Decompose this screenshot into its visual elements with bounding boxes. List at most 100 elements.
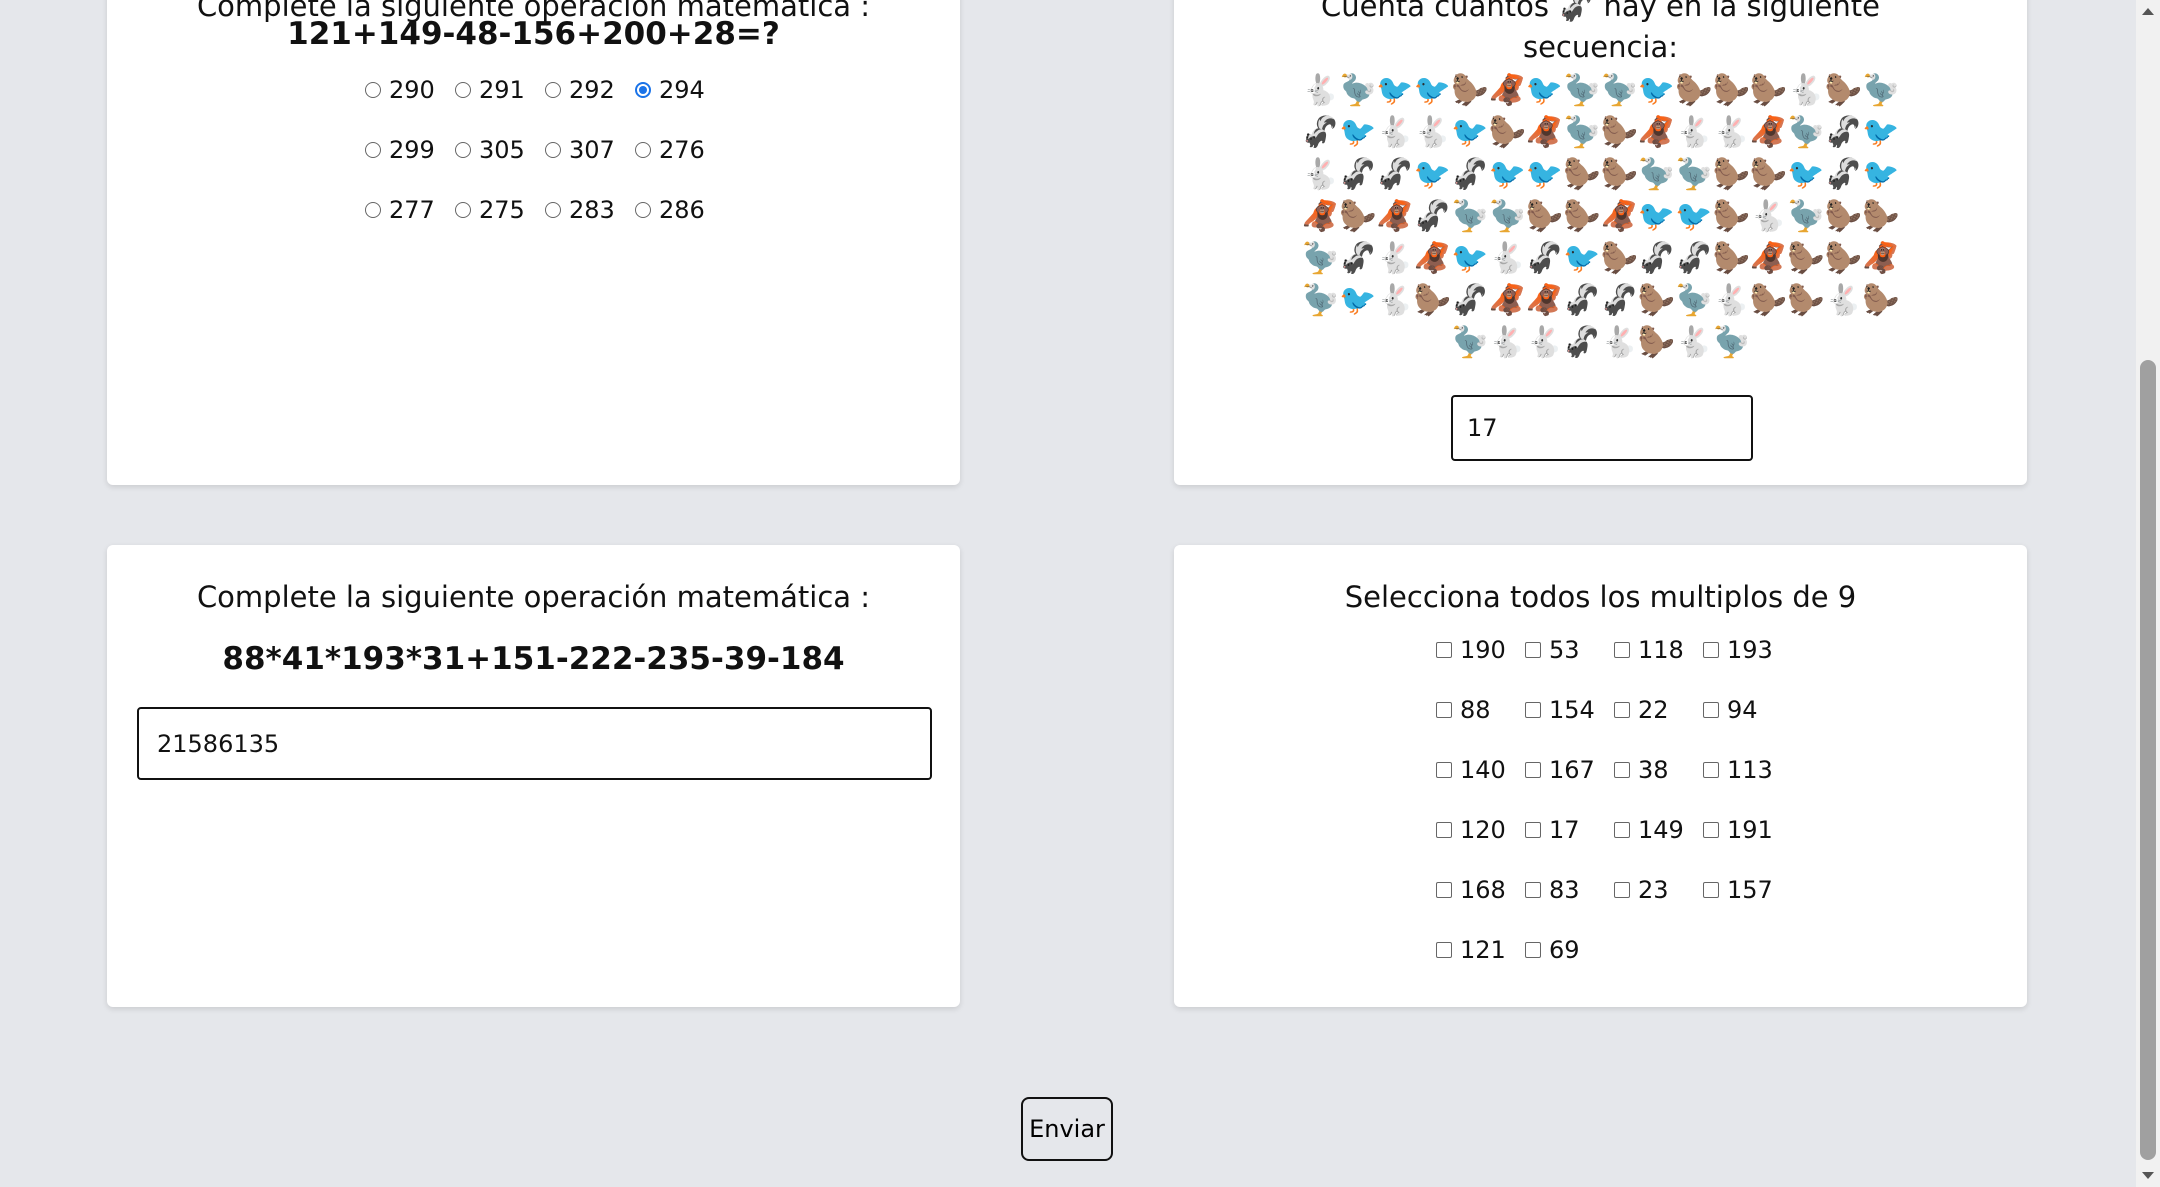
radio-button[interactable] (635, 202, 651, 218)
math-text-card: Complete la siguiente operación matemáti… (107, 545, 960, 1007)
math-answer-input[interactable]: 21586135 (137, 707, 932, 780)
checkbox-option[interactable]: 83 (1525, 873, 1614, 907)
checkbox-option[interactable]: 69 (1525, 933, 1614, 967)
checkbox-option[interactable]: 94 (1703, 693, 1792, 727)
emoji-count-card: Cuenta cuantos 🦨 hay en la siguiente sec… (1174, 0, 2027, 485)
radio-button[interactable] (365, 142, 381, 158)
checkbox-option[interactable]: 120 (1436, 813, 1525, 847)
radio-option[interactable]: 292 (545, 73, 635, 107)
checkbox-option[interactable]: 22 (1614, 693, 1703, 727)
radio-option[interactable]: 294 (635, 73, 725, 107)
checkbox[interactable] (1436, 702, 1452, 718)
checkbox[interactable] (1614, 642, 1630, 658)
checkbox-option[interactable]: 23 (1614, 873, 1703, 907)
checkbox-label: 167 (1549, 756, 1595, 784)
checkbox[interactable] (1614, 882, 1630, 898)
checkbox[interactable] (1614, 822, 1630, 838)
checkbox[interactable] (1436, 882, 1452, 898)
checkbox-label: 88 (1460, 696, 1491, 724)
checkbox-option[interactable]: 191 (1703, 813, 1792, 847)
submit-button[interactable]: Enviar (1021, 1097, 1113, 1161)
scrollbar-thumb[interactable] (2140, 360, 2156, 1160)
checkbox-option[interactable]: 149 (1614, 813, 1703, 847)
checkbox[interactable] (1614, 702, 1630, 718)
radio-button[interactable] (545, 82, 561, 98)
checkbox[interactable] (1436, 942, 1452, 958)
radio-button[interactable] (635, 82, 651, 98)
count-answer-input[interactable]: 17 (1451, 395, 1753, 461)
checkbox-option[interactable]: 121 (1436, 933, 1525, 967)
checkbox[interactable] (1703, 762, 1719, 778)
math-expression: 121+149-48-156+200+28=? (287, 16, 780, 52)
checkbox[interactable] (1525, 762, 1541, 778)
radio-option[interactable]: 276 (635, 133, 725, 167)
checkbox[interactable] (1436, 762, 1452, 778)
checkbox-label: 154 (1549, 696, 1595, 724)
checkbox-option[interactable]: 167 (1525, 753, 1614, 787)
checkbox-option[interactable]: 118 (1614, 633, 1703, 667)
checkbox[interactable] (1703, 642, 1719, 658)
radio-label: 291 (479, 76, 525, 104)
checkbox-option[interactable]: 53 (1525, 633, 1614, 667)
scroll-down-arrow-icon[interactable] (2142, 1172, 2154, 1179)
radio-option[interactable]: 305 (455, 133, 545, 167)
radio-label: 305 (479, 136, 525, 164)
radio-button[interactable] (455, 202, 471, 218)
checkbox[interactable] (1703, 882, 1719, 898)
question-title-line2: secuencia: (1522, 30, 1679, 64)
radio-option[interactable]: 291 (455, 73, 545, 107)
checkbox-option[interactable]: 38 (1614, 753, 1703, 787)
checkbox[interactable] (1703, 822, 1719, 838)
checkbox-option[interactable]: 193 (1703, 633, 1792, 667)
scroll-up-arrow-icon[interactable] (2142, 8, 2154, 15)
count-answer-value: 17 (1467, 414, 1498, 442)
radio-label: 294 (659, 76, 705, 104)
checkbox[interactable] (1525, 882, 1541, 898)
checkbox-option[interactable]: 168 (1436, 873, 1525, 907)
checkbox-option[interactable]: 88 (1436, 693, 1525, 727)
radio-option[interactable]: 307 (545, 133, 635, 167)
radio-option[interactable]: 275 (455, 193, 545, 227)
radio-button[interactable] (545, 142, 561, 158)
checkbox-option[interactable]: 17 (1525, 813, 1614, 847)
question-title: Selecciona todos los multiplos de 9 (1344, 580, 1857, 614)
checkbox-option[interactable]: 113 (1703, 753, 1792, 787)
checkbox-option[interactable]: 157 (1703, 873, 1792, 907)
checkbox-label: 121 (1460, 936, 1506, 964)
radio-option[interactable]: 283 (545, 193, 635, 227)
checkbox-label: 193 (1727, 636, 1773, 664)
radio-option[interactable]: 290 (365, 73, 455, 107)
checkbox[interactable] (1525, 702, 1541, 718)
radio-button[interactable] (365, 202, 381, 218)
checkbox-option[interactable]: 140 (1436, 753, 1525, 787)
radio-option[interactable]: 286 (635, 193, 725, 227)
checkbox[interactable] (1525, 942, 1541, 958)
radio-button[interactable] (455, 82, 471, 98)
checkbox[interactable] (1703, 702, 1719, 718)
checkbox-label: 191 (1727, 816, 1773, 844)
checkbox[interactable] (1436, 822, 1452, 838)
math-expression: 88*41*193*31+151-222-235-39-184 (222, 641, 845, 677)
checkbox-option[interactable]: 154 (1525, 693, 1614, 727)
radio-option[interactable]: 277 (365, 193, 455, 227)
radio-button[interactable] (545, 202, 561, 218)
checkbox[interactable] (1525, 642, 1541, 658)
checkbox-label: 23 (1638, 876, 1669, 904)
radio-options: 290 291 292 294 299 305 307 276 277 275 283 286 (365, 73, 725, 227)
radio-button[interactable] (635, 142, 651, 158)
radio-label: 283 (569, 196, 615, 224)
checkbox-option[interactable]: 190 (1436, 633, 1525, 667)
checkbox[interactable] (1614, 762, 1630, 778)
radio-button[interactable] (365, 82, 381, 98)
checkbox[interactable] (1436, 642, 1452, 658)
radio-button[interactable] (455, 142, 471, 158)
math-radio-card: Complete la siguiente operación matemáti… (107, 0, 960, 485)
radio-label: 307 (569, 136, 615, 164)
radio-option[interactable]: 299 (365, 133, 455, 167)
radio-label: 292 (569, 76, 615, 104)
checkbox-label: 69 (1549, 936, 1580, 964)
checkbox[interactable] (1525, 822, 1541, 838)
scrollbar[interactable] (2136, 0, 2160, 1187)
radio-label: 275 (479, 196, 525, 224)
checkbox-label: 94 (1727, 696, 1758, 724)
